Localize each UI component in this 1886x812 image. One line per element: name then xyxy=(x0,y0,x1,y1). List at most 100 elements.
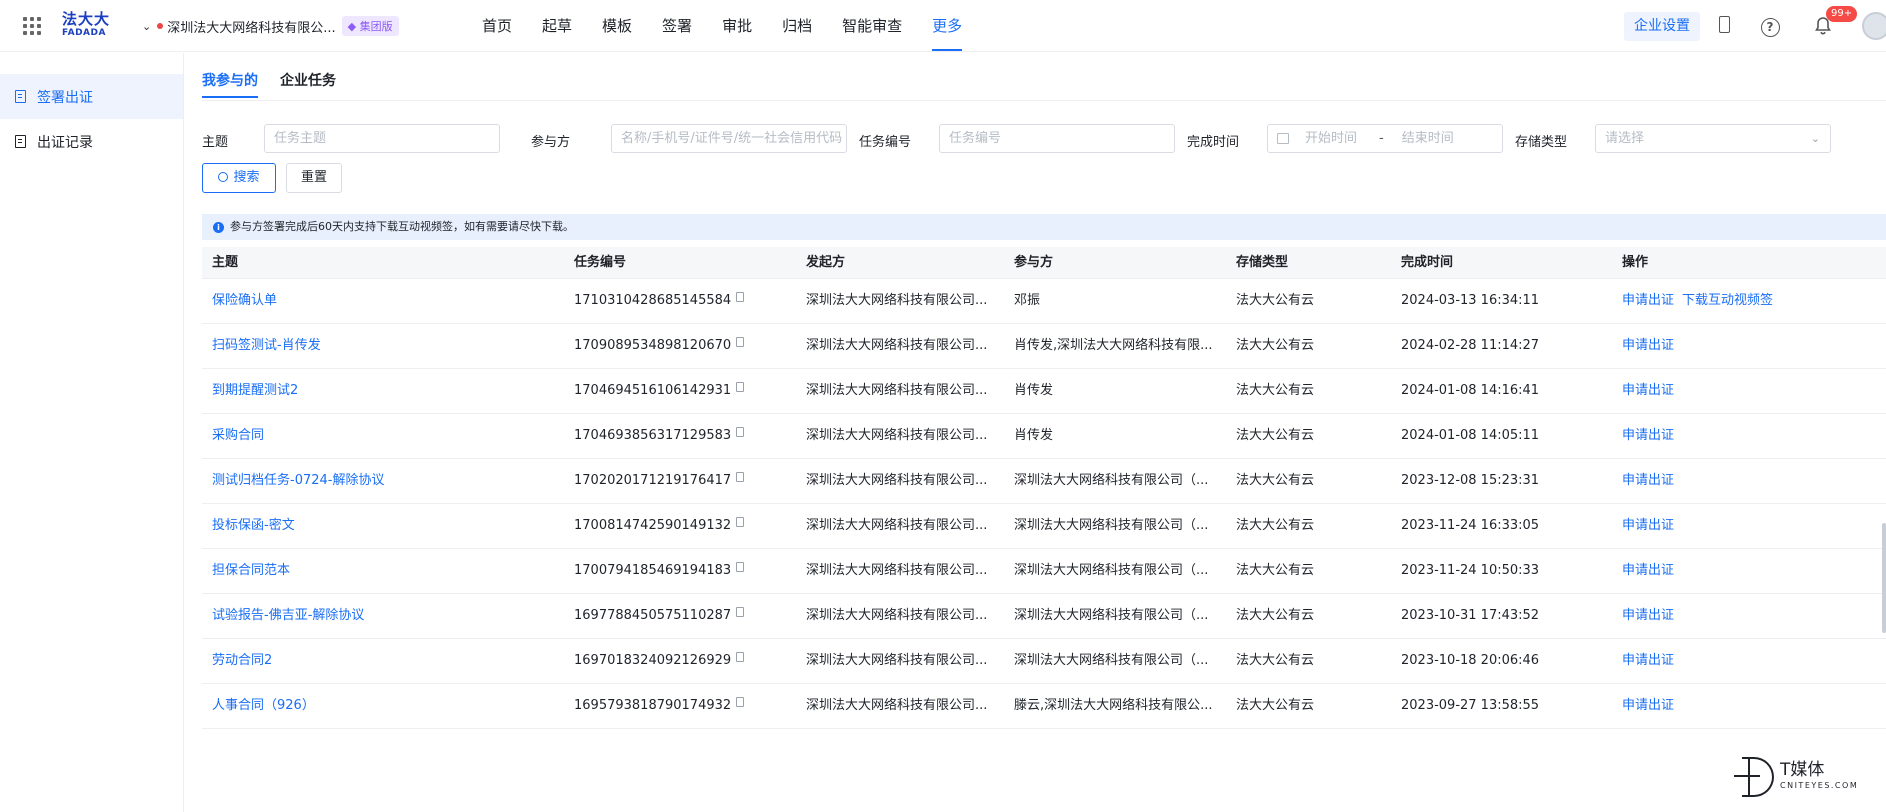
column-header: 发起方 xyxy=(806,255,846,270)
subject-link[interactable]: 采购合同 xyxy=(212,414,264,458)
column-header: 参与方 xyxy=(1014,255,1054,270)
top-bar: 法大大 FADADA ⌄ 深圳法大大网络科技有限公... ◆ 集团版 首页 起草模… xyxy=(0,0,1886,52)
finish-time-cell: 2023-10-18 20:06:46 xyxy=(1401,653,1540,668)
download-video-sign-link[interactable]: 下载互动视频签 xyxy=(1682,293,1773,308)
participant-cell: 肖传发 xyxy=(1014,383,1054,398)
end-time-placeholder: 结束时间 xyxy=(1401,131,1454,146)
nav-item[interactable]: 智能审查 xyxy=(842,0,902,52)
apply-certify-link[interactable]: 申请出证 xyxy=(1622,698,1674,713)
participant-label: 参与方 xyxy=(531,135,571,150)
subject-link[interactable]: 试验报告-佛吉亚-解除协议 xyxy=(212,594,364,638)
copy-icon[interactable] xyxy=(736,697,745,707)
app-grid-icon[interactable] xyxy=(23,17,41,35)
finish-time-cell: 2024-01-08 14:05:11 xyxy=(1401,428,1540,443)
finish-time-cell: 2023-11-24 16:33:05 xyxy=(1401,518,1540,533)
apply-certify-link[interactable]: 申请出证 xyxy=(1622,653,1674,668)
apply-certify-link[interactable]: 申请出证 xyxy=(1622,338,1674,353)
copy-icon[interactable] xyxy=(736,292,745,302)
logo-cn: 法大大 xyxy=(62,10,111,28)
column-header: 存储类型 xyxy=(1236,255,1289,270)
subject-link[interactable]: 人事合同（926） xyxy=(212,684,315,728)
enterprise-settings-button[interactable]: 企业设置 xyxy=(1624,12,1700,41)
storage-cell: 法大大公有云 xyxy=(1236,338,1315,353)
apply-certify-link[interactable]: 申请出证 xyxy=(1622,518,1674,533)
apply-certify-link[interactable]: 申请出证 xyxy=(1622,608,1674,623)
participant-input[interactable] xyxy=(621,125,846,152)
task-no-input-box xyxy=(939,124,1175,153)
apply-certify-link[interactable]: 申请出证 xyxy=(1622,473,1674,488)
scrollbar-handle[interactable] xyxy=(1882,523,1886,633)
copy-icon[interactable] xyxy=(736,652,745,662)
apply-certify-link[interactable]: 申请出证 xyxy=(1622,563,1674,578)
company-switcher[interactable]: ⌄ 深圳法大大网络科技有限公... ◆ 集团版 xyxy=(142,16,399,36)
sidebar-item-label: 签署出证 xyxy=(37,89,93,106)
copy-icon[interactable] xyxy=(736,472,745,482)
nav-item[interactable]: 签署 xyxy=(662,0,692,52)
nav-item[interactable]: 首页 xyxy=(482,0,512,52)
participant-cell: 深圳法大大网络科技有限公司（... xyxy=(1014,653,1209,668)
logo[interactable]: 法大大 FADADA xyxy=(62,12,110,38)
subject-link[interactable]: 扫码签测试-肖传发 xyxy=(212,324,321,368)
reset-button[interactable]: 重置 xyxy=(286,163,342,193)
nav-item[interactable]: 起草 xyxy=(542,0,572,52)
nav-item[interactable]: 归档 xyxy=(782,0,812,52)
copy-icon[interactable] xyxy=(736,337,745,347)
apply-certify-link[interactable]: 申请出证 xyxy=(1622,428,1674,443)
mobile-icon[interactable] xyxy=(1714,16,1734,36)
participant-cell: 肖传发 xyxy=(1014,428,1054,443)
operations-cell: 申请出证 xyxy=(1622,594,1682,638)
table-body: 保险确认单 1710310428685145584 深圳法大大网络科技有限公司...… xyxy=(202,279,1886,729)
tab-enterprise-tasks[interactable]: 企业任务 xyxy=(280,70,336,98)
table-row: 担保合同范本 1700794185469194183 深圳法大大网络科技有限公司..… xyxy=(202,549,1886,594)
subject-link[interactable]: 到期提醒测试2 xyxy=(212,369,298,413)
participant-cell: 深圳法大大网络科技有限公司（... xyxy=(1014,563,1209,578)
range-separator: - xyxy=(1379,131,1384,146)
operations-cell: 申请出证 xyxy=(1622,459,1682,503)
search-button[interactable]: 搜索 xyxy=(202,163,276,193)
subject-link[interactable]: 保险确认单 xyxy=(212,279,277,323)
nav-item[interactable]: 更多 xyxy=(932,0,963,52)
copy-icon[interactable] xyxy=(736,517,745,527)
nav-item[interactable]: 审批 xyxy=(722,0,752,52)
subject-link[interactable]: 劳动合同2 xyxy=(212,639,272,683)
copy-icon[interactable] xyxy=(736,607,745,617)
copy-icon[interactable] xyxy=(736,382,745,392)
initiator-cell: 深圳法大大网络科技有限公司... xyxy=(806,653,988,668)
storage-cell: 法大大公有云 xyxy=(1236,608,1315,623)
main-content: 我参与的 企业任务 主题 参与方 任务编号 完成时间 开始时间 - 结束时间 存… xyxy=(184,53,1886,812)
sidebar-item-certify-records[interactable]: 出证记录 xyxy=(0,119,183,164)
sidebar-item-sign-certify[interactable]: 签署出证 xyxy=(0,74,183,119)
storage-cell: 法大大公有云 xyxy=(1236,428,1315,443)
finish-time-cell: 2023-09-27 13:58:55 xyxy=(1401,698,1540,713)
initiator-cell: 深圳法大大网络科技有限公司... xyxy=(806,698,988,713)
subject-input[interactable] xyxy=(274,125,499,152)
search-button-label: 搜索 xyxy=(233,170,260,185)
nav-item[interactable]: 模板 xyxy=(602,0,632,52)
operations-cell: 申请出证 xyxy=(1622,639,1682,683)
initiator-cell: 深圳法大大网络科技有限公司... xyxy=(806,293,988,308)
apply-certify-link[interactable]: 申请出证 xyxy=(1622,383,1674,398)
apply-certify-link[interactable]: 申请出证 xyxy=(1622,293,1674,308)
edition-badge: ◆ 集团版 xyxy=(341,16,399,36)
notice-text: 参与方签署完成后60天内支持下载互动视频签，如有需要请尽快下载。 xyxy=(230,220,574,233)
initiator-cell: 深圳法大大网络科技有限公司... xyxy=(806,608,988,623)
storage-cell: 法大大公有云 xyxy=(1236,293,1315,308)
copy-icon[interactable] xyxy=(736,427,745,437)
subject-link[interactable]: 担保合同范本 xyxy=(212,549,290,593)
avatar[interactable] xyxy=(1862,12,1886,40)
operations-cell: 申请出证 xyxy=(1622,504,1682,548)
copy-icon[interactable] xyxy=(736,562,745,572)
storage-type-select[interactable]: 请选择 ⌄ xyxy=(1595,124,1831,153)
help-icon[interactable]: ? xyxy=(1760,16,1780,37)
finish-time-cell: 2024-02-28 11:14:27 xyxy=(1401,338,1540,353)
date-range-picker[interactable]: 开始时间 - 结束时间 xyxy=(1267,124,1503,153)
table-row: 试验报告-佛吉亚-解除协议 1697788450575110287 深圳法大大网络科… xyxy=(202,594,1886,639)
finish-time-cell: 2023-12-08 15:23:31 xyxy=(1401,473,1540,488)
tab-participated[interactable]: 我参与的 xyxy=(202,70,258,98)
task-no-input[interactable] xyxy=(949,125,1174,152)
participant-input-box xyxy=(611,124,847,153)
initiator-cell: 深圳法大大网络科技有限公司... xyxy=(806,518,988,533)
subject-link[interactable]: 投标保函-密文 xyxy=(212,504,295,548)
task-no-cell: 1700814742590149132 xyxy=(574,504,745,548)
subject-link[interactable]: 测试归档任务-0724-解除协议 xyxy=(212,459,384,503)
